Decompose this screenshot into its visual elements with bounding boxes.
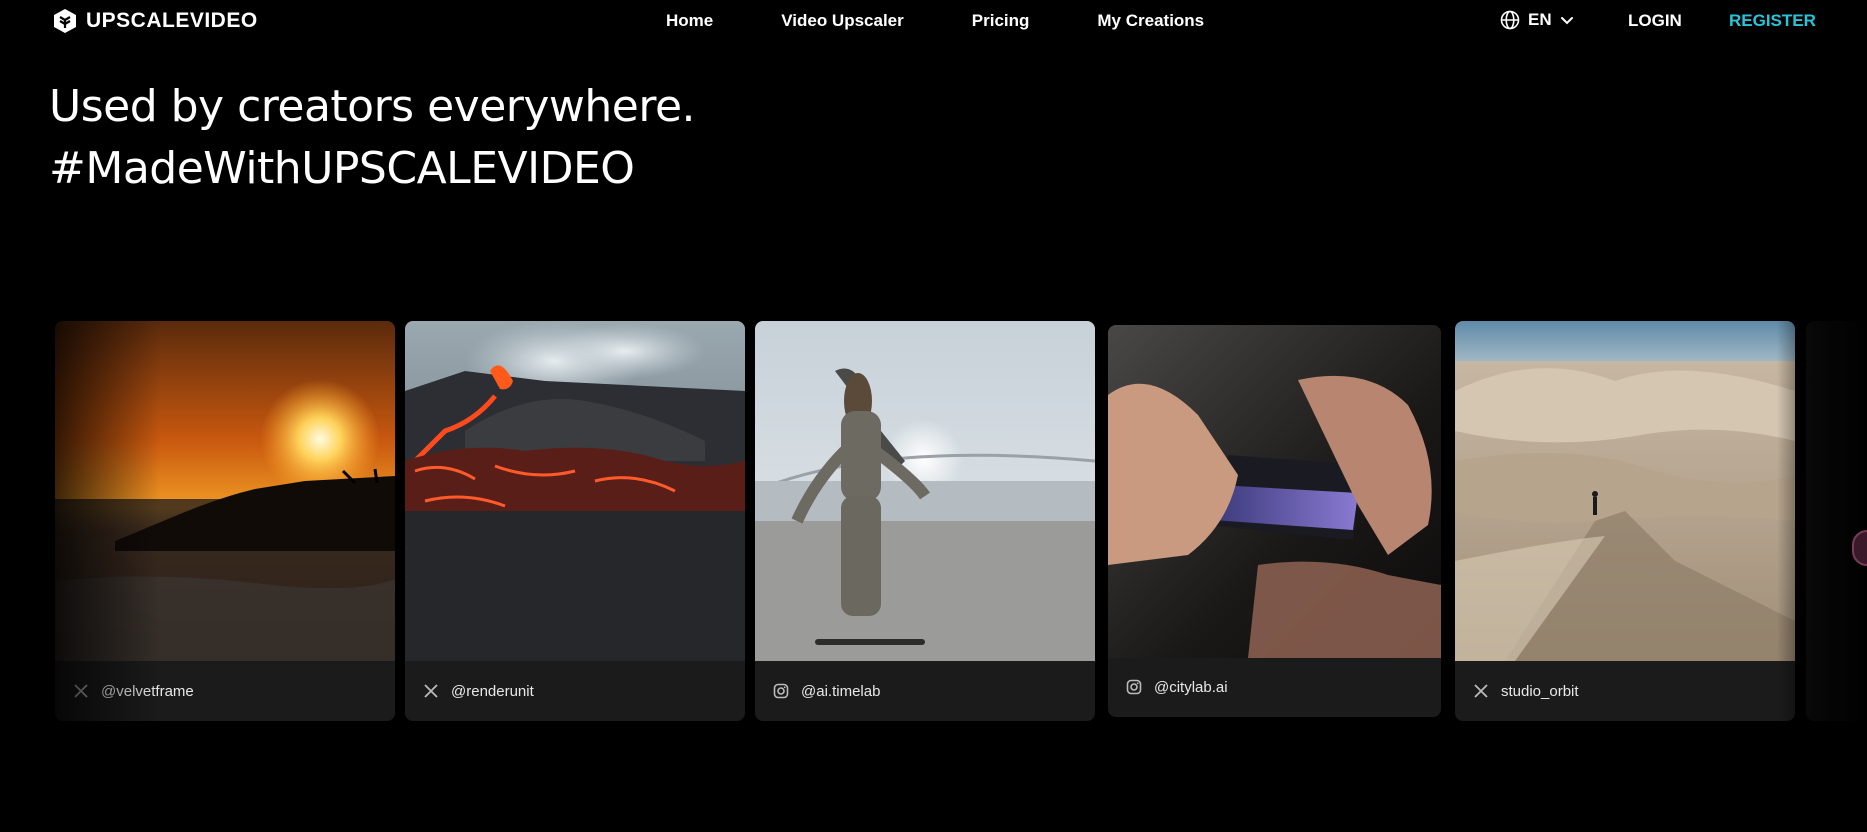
nav-video-upscaler[interactable]: Video Upscaler [781,11,904,31]
register-link[interactable]: REGISTER [1729,11,1816,31]
x-icon [1474,684,1488,698]
hero-section: Used by creators everywhere. #MadeWithUP… [49,76,696,200]
video-thumbnail [755,321,1095,661]
nav-pricing[interactable]: Pricing [972,11,1030,31]
gallery-card[interactable]: @citylab.ai [1108,325,1441,717]
gallery-card[interactable]: @ai.timelab [755,321,1095,721]
top-nav: UPSCALEVIDEO Home Video Upscaler Pricing… [0,0,1867,42]
login-link[interactable]: LOGIN [1628,11,1682,31]
video-thumbnail [55,321,395,661]
instagram-icon [773,683,789,699]
gallery-card[interactable]: @velvetframe [55,321,395,721]
gallery-card[interactable]: studio_orbit [1455,321,1795,721]
language-code: EN [1528,10,1552,29]
x-icon [424,684,438,698]
nav-my-creations[interactable]: My Creations [1097,11,1204,31]
hero-line-2: #MadeWithUPSCALEVIDEO [49,143,635,194]
video-thumbnail [1108,325,1441,658]
main-nav: Home Video Upscaler Pricing My Creations [666,11,1204,31]
logo[interactable]: UPSCALEVIDEO [52,8,258,34]
logo-text: UPSCALEVIDEO [86,9,258,32]
nav-home[interactable]: Home [666,11,713,31]
video-thumbnail [1455,321,1795,661]
chevron-down-icon [1560,17,1573,25]
language-selector[interactable]: EN [1500,10,1574,30]
creator-handle: @renderunit [451,682,534,700]
logo-icon [54,9,76,33]
hero-line-1: Used by creators everywhere. [49,81,696,132]
card-footer: studio_orbit [1455,661,1795,721]
card-footer: @citylab.ai [1108,657,1441,717]
creator-handle: @citylab.ai [1154,678,1228,696]
x-icon [74,684,88,698]
card-footer: @velvetframe [55,661,395,721]
globe-icon [1500,10,1520,30]
hero-title: Used by creators everywhere. #MadeWithUP… [49,76,696,200]
card-footer: @ai.timelab [755,661,1095,721]
creator-handle: studio_orbit [1501,682,1579,700]
creator-gallery: @velvetframe @renderunit @ai.timelab @ci… [0,320,1867,722]
creator-handle: @velvetframe [101,682,194,700]
gallery-card-partial[interactable] [1806,321,1867,721]
creator-handle: @ai.timelab [801,682,881,700]
card-footer: @renderunit [405,661,745,721]
video-thumbnail [405,321,745,661]
instagram-icon [1126,679,1142,695]
gallery-card[interactable]: @renderunit [405,321,745,721]
